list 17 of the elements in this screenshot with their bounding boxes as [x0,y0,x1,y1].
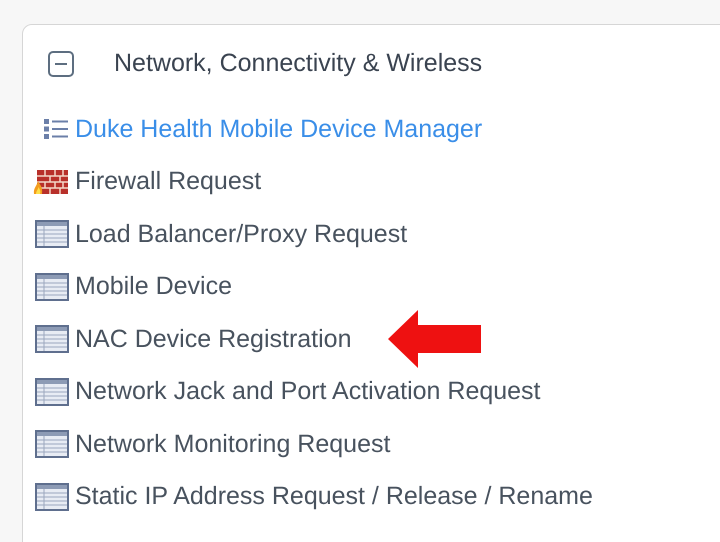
collapse-button[interactable] [48,51,74,77]
catalog-item[interactable]: Load Balancer/Proxy Request [75,216,408,253]
catalog-item[interactable]: Firewall Request [75,163,262,200]
section-title: Network, Connectivity & Wireless [114,48,482,80]
table-icon [35,220,69,248]
table-icon [35,378,69,406]
brick-wall-icon [33,168,69,196]
table-icon [35,430,69,458]
catalog-item[interactable]: Mobile Device [75,268,232,306]
catalog-item[interactable]: Static IP Address Request / Release / Rename [75,478,593,516]
table-icon [35,272,69,301]
catalog-item[interactable]: Network Jack and Port Activation Request [75,373,541,410]
catalog-item[interactable]: NAC Device Registration [75,320,352,358]
table-icon [35,482,69,511]
table-icon [35,325,69,354]
list-icon [43,117,69,142]
catalog-item[interactable]: Network Monitoring Request [75,426,390,463]
